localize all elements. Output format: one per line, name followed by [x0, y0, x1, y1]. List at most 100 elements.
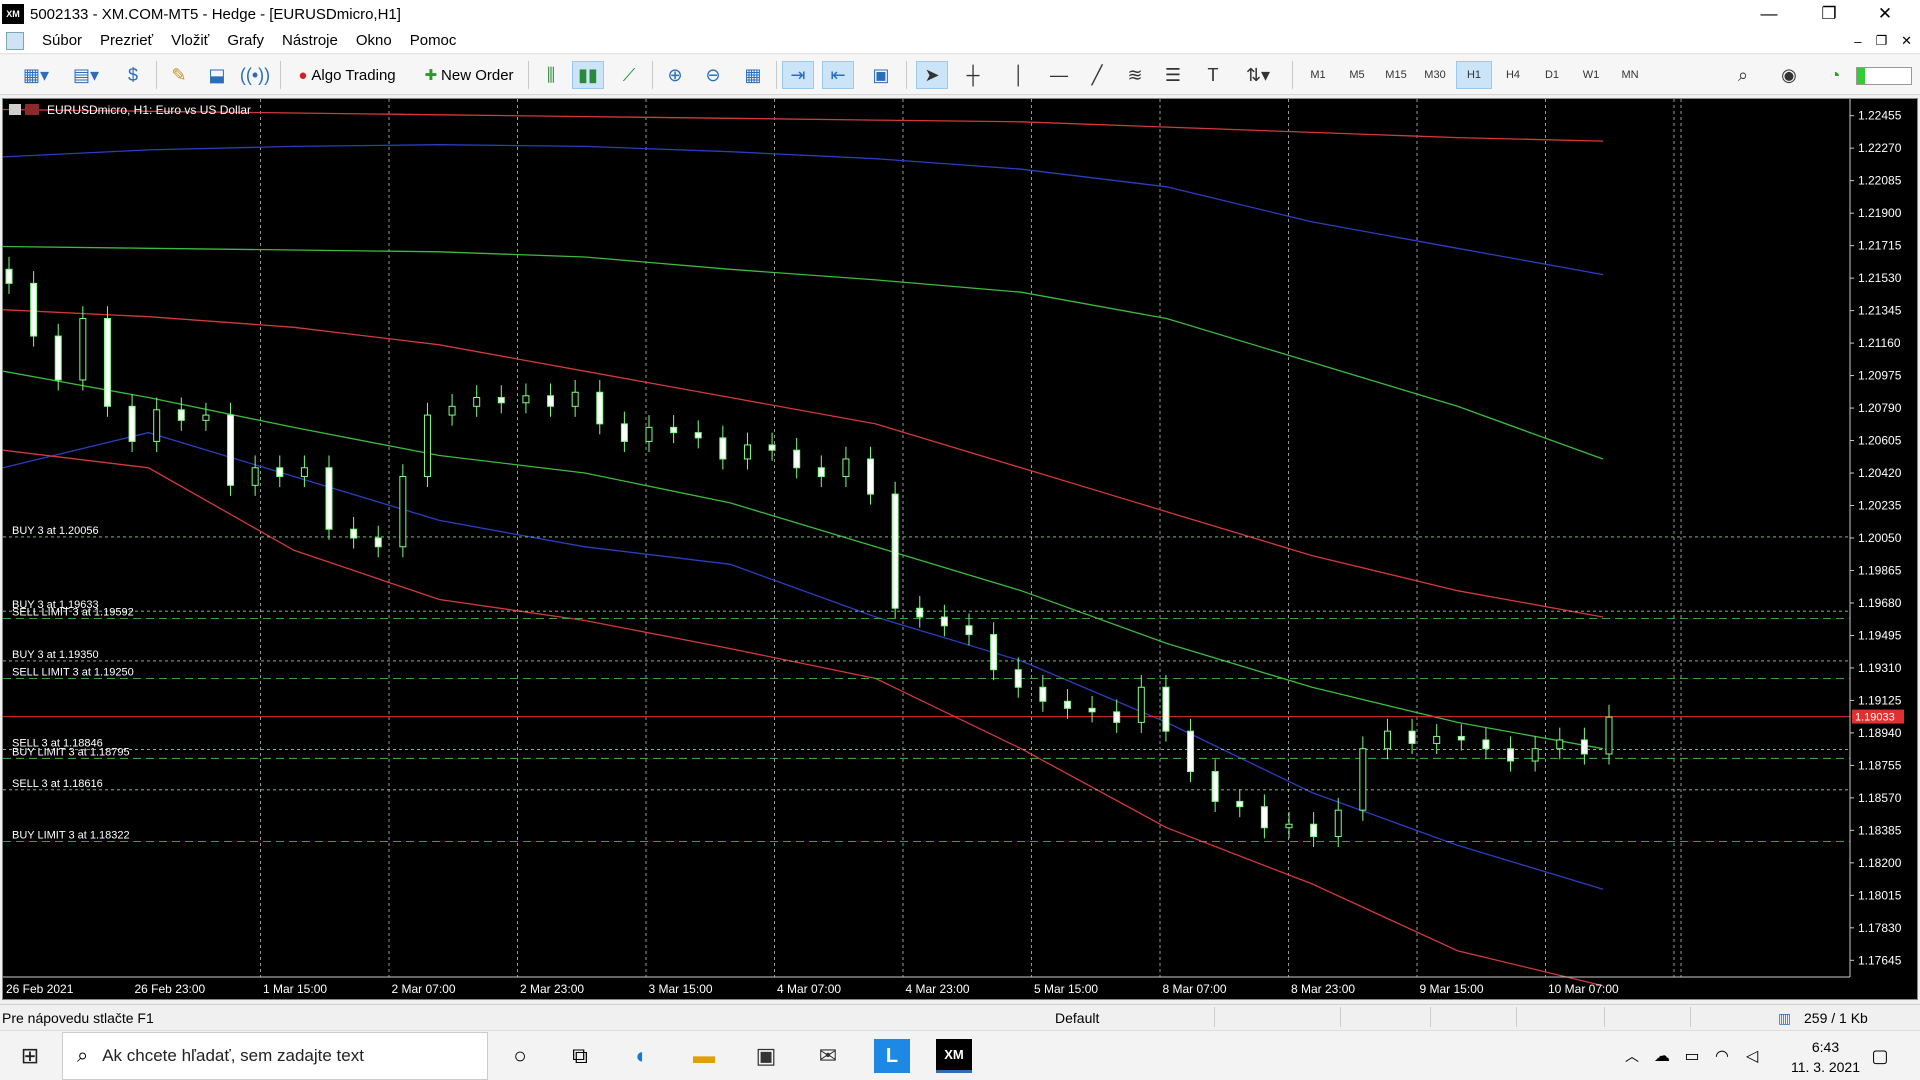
edge-browser-icon[interactable]: ◐ — [624, 1039, 660, 1073]
timeframe-d1[interactable]: D1 — [1534, 61, 1570, 89]
fibonacci-icon[interactable]: ≋ — [1120, 61, 1150, 89]
timeframe-m1[interactable]: M1 — [1300, 61, 1336, 89]
price-label: 1.20050 — [1858, 531, 1902, 545]
candle-body — [79, 318, 87, 381]
store-icon[interactable]: ▣ — [748, 1039, 784, 1073]
new-chart-icon[interactable]: ▦▾ — [14, 61, 58, 89]
candle-body — [1359, 748, 1367, 811]
market-watch-icon[interactable]: $ — [118, 61, 148, 89]
candlestick-icon[interactable]: ▮▮ — [572, 61, 604, 89]
signal-strength-icon[interactable]: ◔ — [1820, 61, 1850, 89]
taskbar-search[interactable]: ⌕ Ak chcete hľadať, sem zadajte text — [62, 1032, 488, 1080]
order-level-label: BUY LIMIT 3 at 1.18322 — [12, 829, 130, 841]
horizontal-line-icon[interactable]: — — [1044, 61, 1074, 89]
maximize-button[interactable]: ❐ — [1806, 0, 1852, 28]
timeframe-h1[interactable]: H1 — [1456, 61, 1492, 89]
candle-body — [1014, 669, 1022, 688]
candle-body — [227, 414, 235, 486]
price-label: 1.18385 — [1858, 823, 1902, 837]
price-axis: 1.22455 1.22270 1.22085 1.21900 1.21715 1.215… — [1850, 109, 1902, 967]
mdi-close-button[interactable]: ✕ — [1901, 33, 1912, 49]
arrows-icon[interactable]: ⇅▾ — [1236, 61, 1280, 89]
notifications-icon[interactable]: ▢ — [1862, 1039, 1898, 1073]
data-window-icon[interactable]: ✎ — [164, 61, 194, 89]
account-icon[interactable]: ◉ — [1774, 61, 1804, 89]
timeframe-w1[interactable]: W1 — [1573, 61, 1609, 89]
new-order-button[interactable]: ✚ New Order — [416, 61, 522, 89]
menu-help[interactable]: Pomoc — [410, 32, 457, 49]
menu-charts[interactable]: Grafy — [227, 32, 264, 49]
status-bar: Pre nápovedu stlačte F1 Default ▥ 259 / … — [0, 1004, 1920, 1030]
timeframe-m5[interactable]: M5 — [1339, 61, 1375, 89]
zoom-in-icon[interactable]: ⊕ — [660, 61, 690, 89]
minimize-button[interactable]: — — [1746, 0, 1792, 28]
l-app-icon[interactable]: L — [874, 1039, 910, 1073]
bar-chart-icon[interactable]: ⫼ — [536, 61, 566, 89]
channel-icon[interactable]: ☰ — [1158, 61, 1188, 89]
file-explorer-icon[interactable]: ▬ — [686, 1039, 722, 1073]
menu-insert[interactable]: Vložiť — [171, 32, 209, 49]
tile-icon[interactable]: ▦ — [738, 61, 768, 89]
mdi-minimize-button[interactable]: – — [1854, 34, 1861, 49]
algo-trading-button[interactable]: ● Algo Trading — [288, 61, 406, 89]
candle-body — [448, 405, 456, 416]
time-label: 9 Mar 15:00 — [1420, 982, 1484, 996]
time-label: 1 Mar 15:00 — [263, 982, 327, 996]
zoom-out-icon[interactable]: ⊖ — [698, 61, 728, 89]
candle-body — [202, 414, 210, 421]
search-icon[interactable]: ⌕ — [1728, 61, 1758, 89]
close-button[interactable]: ✕ — [1862, 0, 1908, 28]
profiles-icon[interactable]: ▤▾ — [64, 61, 108, 89]
chart-shift-icon[interactable]: ⇤ — [822, 61, 854, 89]
price-label: 1.20235 — [1858, 499, 1902, 513]
timeframe-m30[interactable]: M30 — [1417, 61, 1453, 89]
chart-window-icon[interactable] — [6, 31, 24, 50]
windows-start-icon[interactable]: ⊞ — [12, 1039, 48, 1073]
timeframe-mn[interactable]: MN — [1612, 61, 1648, 89]
time-axis: 26 Feb 2021 26 Feb 23:00 1 Mar 15:00 2 Mar … — [6, 982, 1619, 996]
xm-mt5-taskbar-icon[interactable]: XM — [936, 1039, 972, 1073]
timeframe-m15[interactable]: M15 — [1378, 61, 1414, 89]
menu-window[interactable]: Okno — [356, 32, 392, 49]
templates-icon[interactable]: ▣ — [866, 61, 896, 89]
search-magnifier-icon: ⌕ — [77, 1044, 89, 1067]
candle-body — [1482, 739, 1490, 750]
menu-view[interactable]: Prezrieť — [100, 32, 153, 49]
menu-file[interactable]: Súbor — [42, 32, 82, 49]
trendline-icon[interactable]: ╱ — [1082, 61, 1112, 89]
line-chart-icon[interactable]: ⟋ — [614, 61, 644, 89]
menu-tools[interactable]: Nástroje — [282, 32, 338, 49]
text-icon[interactable]: T — [1198, 61, 1228, 89]
candle-body — [30, 282, 38, 337]
taskbar-clock[interactable]: 6:43 11. 3. 2021 — [1791, 1037, 1860, 1077]
chart-grid — [260, 99, 1682, 977]
cortana-icon[interactable]: ○ — [502, 1039, 538, 1073]
autoscroll-icon[interactable]: ⇥ — [782, 61, 814, 89]
time-label: 8 Mar 07:00 — [1163, 982, 1227, 996]
task-view-icon[interactable]: ⧉ — [562, 1039, 598, 1073]
candle-body — [399, 476, 407, 548]
mdi-restore-button[interactable]: ❐ — [1875, 33, 1887, 49]
candle-body — [1162, 686, 1170, 732]
status-profile: Default — [1055, 1010, 1100, 1026]
candle-body — [694, 432, 702, 439]
candle-body — [842, 458, 850, 478]
volume-icon[interactable]: ◁ — [1734, 1039, 1770, 1073]
mail-icon[interactable]: ✉ — [810, 1039, 846, 1073]
price-label: 1.21345 — [1858, 304, 1902, 318]
navigator-icon[interactable]: ⬓ — [202, 61, 232, 89]
price-label: 1.20605 — [1858, 434, 1902, 448]
cursor-icon[interactable]: ➤ — [916, 61, 948, 89]
signals-icon[interactable]: ((•)) — [240, 61, 270, 89]
chart-window[interactable]: BUY 3 at 1.20056 BUY 3 at 1.19633 SELL LIM… — [2, 98, 1918, 1000]
candle-body — [1556, 739, 1564, 750]
vertical-line-icon[interactable]: │ — [1004, 61, 1034, 89]
candle-body — [276, 467, 284, 478]
timeframe-h4[interactable]: H4 — [1495, 61, 1531, 89]
time-label: 26 Feb 2021 — [6, 982, 74, 996]
candle-body — [300, 467, 308, 478]
price-chart[interactable]: BUY 3 at 1.20056BUY 3 at 1.19633SELL LIM… — [3, 99, 1917, 999]
price-label: 1.19865 — [1858, 563, 1902, 577]
crosshair-icon[interactable]: ┼ — [958, 61, 988, 89]
candle-body — [1063, 700, 1071, 709]
